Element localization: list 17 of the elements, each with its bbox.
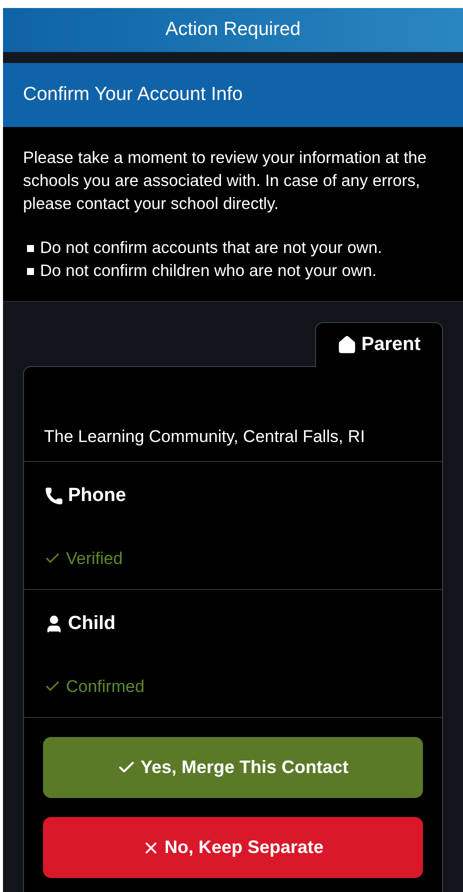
rule-text: Do not confirm accounts that are not your own.: [40, 238, 382, 259]
intro-text: Please take a moment to review your information at the schools you are associated with. In case of any errors, please contact your school directly.: [23, 148, 428, 215]
item-label: Child: [68, 612, 116, 636]
header-title: Action Required: [165, 18, 301, 42]
home-icon: [337, 335, 358, 355]
parent-tab[interactable]: Parent: [315, 322, 443, 367]
section-title: Confirm Your Account Info: [23, 82, 243, 107]
bullet-icon: [27, 268, 34, 275]
item-label: Phone: [68, 484, 126, 508]
status-text: Confirmed: [66, 676, 144, 698]
status-text: Verified: [66, 548, 123, 570]
bullet-icon: [27, 245, 34, 252]
rule-text: Do not confirm children who are not your own.: [40, 261, 377, 282]
school-name: The Learning Community, Central Falls, RI: [44, 426, 365, 448]
phone-icon: [44, 486, 64, 506]
merge-button[interactable]: Yes, Merge This Contact: [43, 737, 423, 798]
keep-separate-button[interactable]: No, Keep Separate: [43, 817, 423, 878]
